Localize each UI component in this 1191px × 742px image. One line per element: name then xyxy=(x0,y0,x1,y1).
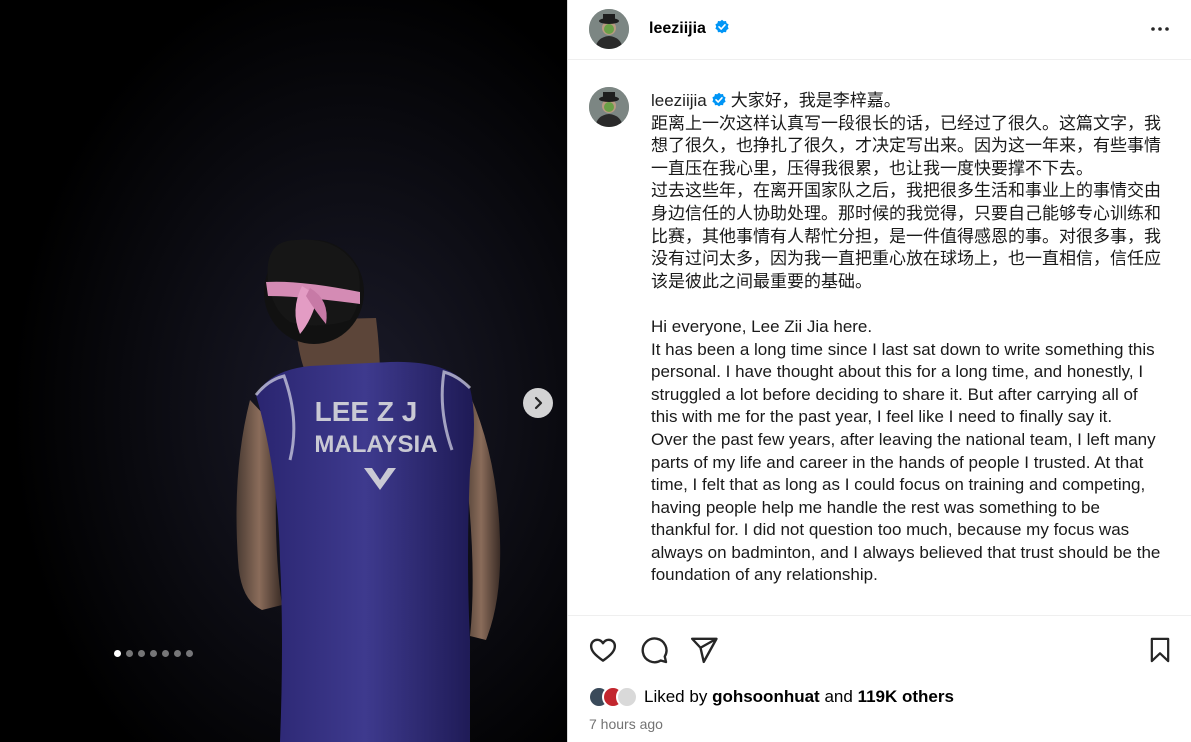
heart-icon[interactable] xyxy=(588,635,618,665)
carousel-next-button[interactable] xyxy=(523,388,553,418)
post-caption: leeziijia 大家好，我是李梓嘉。 距离上一次这样认真写一段很长的话，已经… xyxy=(651,90,1161,587)
avatar-image xyxy=(589,87,629,127)
carousel-dot xyxy=(126,650,133,657)
more-options-icon[interactable] xyxy=(1150,19,1170,39)
caption-area[interactable]: leeziijia 大家好，我是李梓嘉。 距离上一次这样认真写一段很长的话，已经… xyxy=(568,61,1191,615)
comment-icon[interactable] xyxy=(639,635,669,665)
verified-badge-icon xyxy=(715,19,729,34)
verified-badge-icon xyxy=(712,92,726,107)
carousel-dot xyxy=(186,650,193,657)
likes-others[interactable]: 119K others xyxy=(858,687,954,707)
carousel-dot xyxy=(150,650,157,657)
post-timestamp[interactable]: 7 hours ago xyxy=(589,716,663,732)
avatar-image xyxy=(589,9,629,49)
likes-user[interactable]: gohsoonhuat xyxy=(712,687,820,707)
carousel-dot xyxy=(138,650,145,657)
jersey-name: LEE Z J xyxy=(315,396,418,427)
caption-line: Over the past few years, after leaving t… xyxy=(651,429,1161,585)
caption-line: 过去这些年，在离开国家队之后，我把很多生活和事业上的事情交由身边信任的人协助处理… xyxy=(651,181,1161,291)
carousel-dot xyxy=(174,650,181,657)
carousel-dot xyxy=(114,650,121,657)
caption-line: 距离上一次这样认真写一段很长的话，已经过了很久。这篇文字，我想了很久，也挣扎了很… xyxy=(651,113,1161,178)
post-side-panel: leeziijia leeziijia 大家好，我是李梓嘉。 距离上一次这样认真… xyxy=(567,0,1191,742)
likes-conjunction: and xyxy=(824,687,853,706)
caption-avatar[interactable] xyxy=(589,87,629,127)
likes-summary[interactable]: Liked by gohsoonhuat and 119K others xyxy=(588,686,954,708)
caption-username[interactable]: leeziijia xyxy=(651,91,707,110)
post-photo: LEE Z J MALAYSIA xyxy=(0,0,567,742)
caption-line: It has been a long time since I last sat… xyxy=(651,339,1155,427)
caption-line: Hi everyone, Lee Zii Jia here. xyxy=(651,316,873,336)
post-header: leeziijia xyxy=(568,0,1191,60)
header-username[interactable]: leeziijia xyxy=(649,19,730,38)
avatar[interactable] xyxy=(589,9,629,49)
chevron-right-icon xyxy=(534,396,543,410)
post-media[interactable]: LEE Z J MALAYSIA xyxy=(0,0,567,742)
liker-avatar xyxy=(616,686,638,708)
carousel-dot xyxy=(162,650,169,657)
carousel-indicator xyxy=(114,650,193,657)
share-icon[interactable] xyxy=(689,635,719,665)
jersey-country: MALAYSIA xyxy=(314,431,437,458)
username-text[interactable]: leeziijia xyxy=(649,20,706,37)
bookmark-icon[interactable] xyxy=(1146,635,1174,665)
likes-prefix: Liked by xyxy=(644,687,708,706)
post-actions: Liked by gohsoonhuat and 119K others 7 h… xyxy=(568,615,1191,742)
caption-line: 大家好，我是李梓嘉。 xyxy=(730,91,901,110)
liker-avatars xyxy=(588,686,638,708)
